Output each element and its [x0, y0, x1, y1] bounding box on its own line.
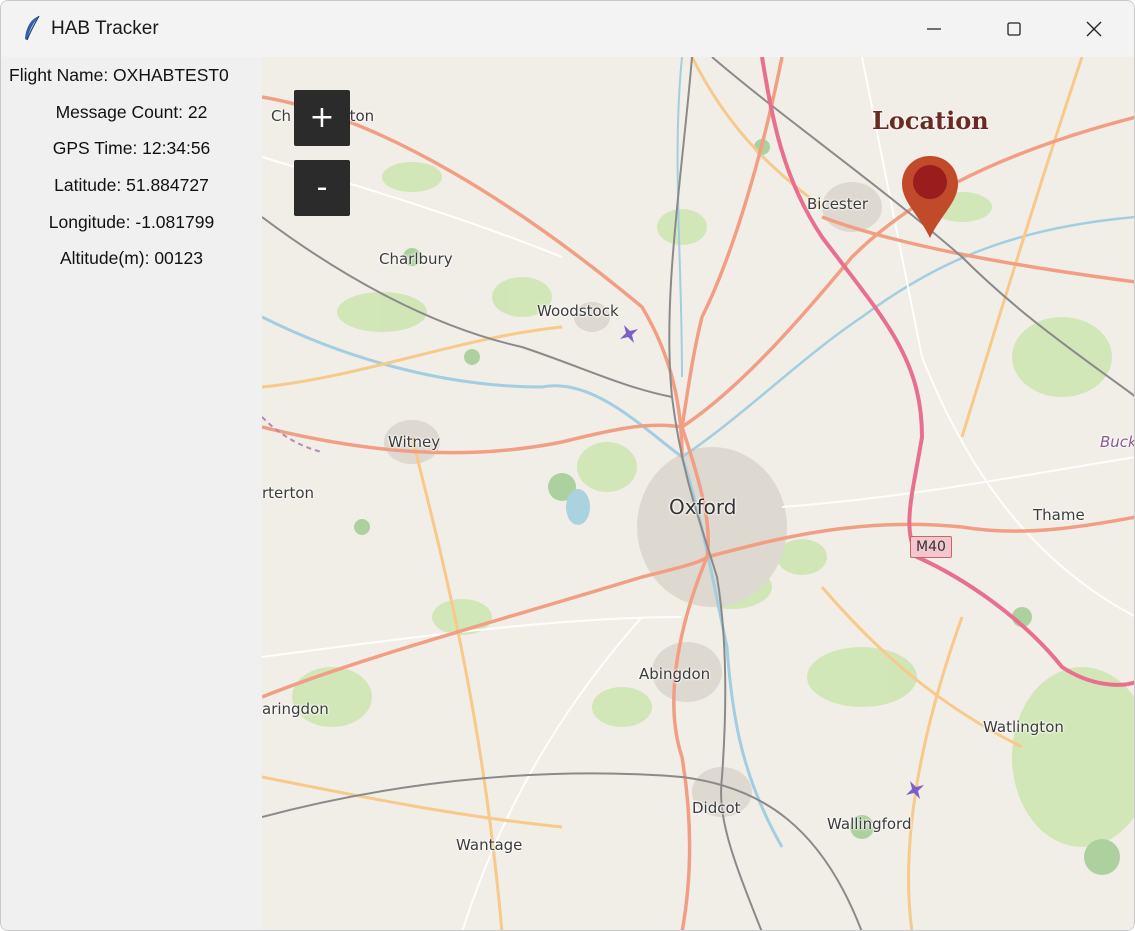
place-label: Bicester	[807, 195, 869, 213]
minimize-icon	[927, 28, 941, 30]
map-pin-icon[interactable]	[900, 154, 960, 239]
title-bar[interactable]: HAB Tracker	[1, 1, 1134, 57]
app-window: HAB Tracker Flight Name: OXHABTEST0 Mess…	[0, 0, 1135, 931]
close-button[interactable]	[1054, 1, 1134, 57]
place-label: Thame	[1033, 506, 1085, 524]
place-label: Oxford	[669, 495, 737, 519]
zoom-in-button[interactable]: +	[294, 90, 350, 146]
place-label: Witney	[388, 433, 441, 451]
feather-icon	[21, 15, 43, 43]
marker-label: Location	[872, 106, 989, 135]
map-view[interactable]: Ch Norton Bicester Charlbury Woodstock W…	[262, 57, 1135, 930]
place-label: Wantage	[456, 836, 523, 854]
place-label: aringdon	[262, 700, 329, 718]
road-shield: M40	[910, 536, 952, 558]
maximize-button[interactable]	[974, 1, 1054, 57]
window-title: HAB Tracker	[51, 18, 159, 39]
close-icon	[1086, 21, 1102, 37]
place-label: Buck	[1100, 433, 1135, 451]
zoom-out-button[interactable]: -	[294, 160, 350, 216]
message-count-label: Message Count: 22	[55, 101, 208, 122]
maximize-icon	[1007, 22, 1021, 36]
minimize-button[interactable]	[894, 1, 974, 57]
flight-name-label: Flight Name: OXHABTEST0	[9, 65, 229, 85]
place-label: Charlbury	[379, 250, 453, 268]
latitude-label: Latitude: 51.884727	[54, 175, 209, 196]
altitude-label: Altitude(m): 00123	[60, 248, 203, 269]
place-label: Watlington	[983, 718, 1064, 736]
place-label: Ch	[271, 107, 291, 125]
place-label: Didcot	[692, 799, 741, 817]
gps-time-label: GPS Time: 12:34:56	[52, 138, 211, 159]
place-label: Abingdon	[639, 665, 711, 683]
longitude-label: Longitude: -1.081799	[48, 211, 215, 232]
place-label: rterton	[262, 484, 315, 502]
place-label: Wallingford	[827, 815, 912, 833]
place-label: Woodstock	[537, 302, 619, 320]
telemetry-panel: Flight Name: OXHABTEST0 Message Count: 2…	[1, 57, 262, 930]
